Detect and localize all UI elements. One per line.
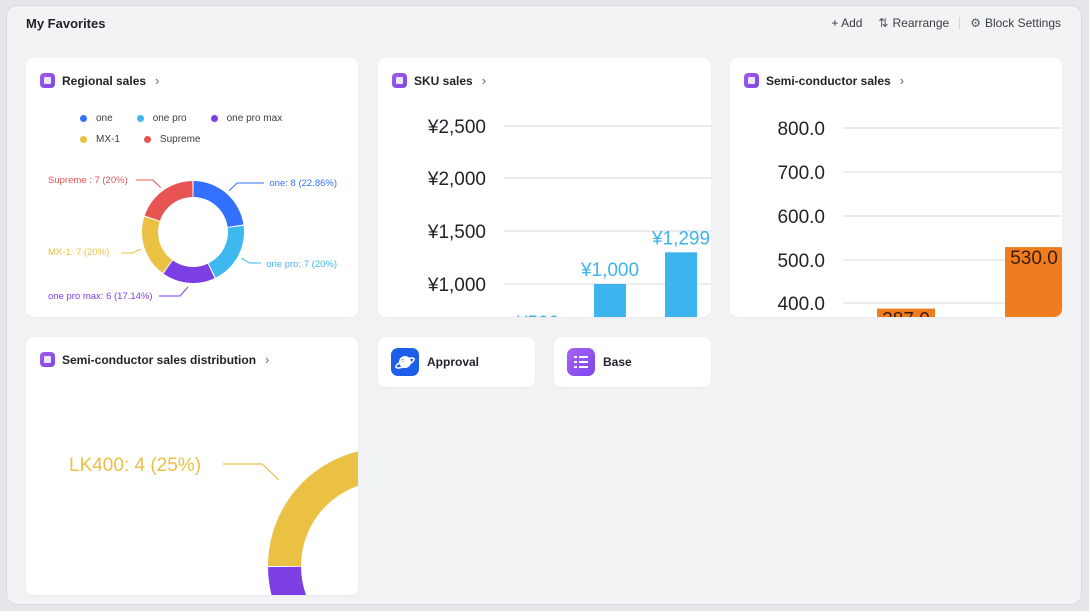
y-tick-label: ¥1,000	[427, 275, 486, 296]
planet-icon	[395, 356, 415, 369]
approval-label: Approval	[427, 355, 480, 369]
donut-slice	[163, 260, 215, 283]
add-button[interactable]: + Add	[831, 16, 862, 30]
block-settings-button-label: Block Settings	[984, 16, 1061, 30]
slice-label: MX-1: 7 (20%)	[48, 247, 109, 258]
y-tick-label: 800.0	[777, 119, 825, 140]
add-button-label: + Add	[831, 16, 863, 30]
semi-sales-card[interactable]: Semi-conductor sales › 800.0 700.0 600.0 50…	[730, 58, 1062, 317]
base-label: Base	[603, 355, 632, 369]
bar	[594, 284, 626, 317]
block-settings-button[interactable]: ⚙ Block Settings	[970, 16, 1061, 30]
rearrange-button-label: Rearrange	[892, 16, 950, 30]
bar-value-label: 530.0	[1010, 248, 1058, 269]
donut-slice	[144, 181, 193, 221]
donut-slice	[268, 451, 358, 566]
y-tick-label: ¥2,000	[427, 169, 486, 190]
approval-icon	[391, 348, 419, 376]
semi-distribution-donut: LK400: 4 (25%)	[69, 451, 358, 595]
donut-slice	[193, 181, 244, 227]
regional-donut-chart: one: 8 (22.86%) one pro: 7 (20%) one pro m…	[48, 175, 337, 302]
semi-distribution-card[interactable]: Semi-conductor sales distribution › LK40…	[26, 337, 358, 595]
y-tick-label: ¥2,500	[427, 117, 486, 138]
y-tick-label: 400.0	[777, 294, 825, 315]
bar-value-label: 387.0	[882, 310, 930, 317]
toolbar: + Add ⇅ Rearrange ⚙ Block Settings	[831, 16, 1061, 30]
y-tick-label: 600.0	[777, 207, 825, 228]
semi-bar-chart: 800.0 700.0 600.0 500.0 400.0 387.0 530.0	[777, 119, 1062, 317]
leader-line	[121, 248, 141, 254]
list-icon	[574, 356, 588, 368]
y-tick-label: 700.0	[777, 163, 825, 184]
donut-slice	[208, 225, 244, 278]
bar-value-label: ¥1,299	[651, 228, 710, 249]
bar	[665, 252, 697, 317]
slice-label: one pro max: 6 (17.14%)	[48, 291, 153, 302]
toolbar-divider	[959, 17, 961, 29]
slice-label: one: 8 (22.86%)	[269, 178, 337, 189]
sku-bar-chart: ¥2,500 ¥2,000 ¥1,500 ¥1,000 ¥500 ¥1,000 ¥1,299	[427, 117, 711, 317]
slice-label: LK400: 4 (25%)	[69, 455, 201, 476]
slice-label: Supreme : 7 (20%)	[48, 175, 128, 186]
leader-line	[241, 257, 261, 264]
base-icon	[567, 348, 595, 376]
regional-sales-card[interactable]: Regional sales › one one pro one pro max…	[26, 58, 358, 317]
slice-label: one pro: 7 (20%)	[266, 259, 337, 270]
approval-app-card[interactable]: Approval	[378, 337, 535, 387]
y-tick-label: 500.0	[777, 251, 825, 272]
leader-line	[136, 179, 162, 188]
sort-arrows-icon: ⇅	[878, 16, 889, 30]
base-app-card[interactable]: Base	[554, 337, 711, 387]
rearrange-button[interactable]: ⇅ Rearrange	[878, 16, 949, 30]
gear-icon: ⚙	[970, 16, 981, 30]
leader-line	[228, 182, 264, 191]
bar-value-label: ¥500	[516, 313, 559, 317]
leader-line	[159, 286, 189, 297]
favorites-panel: My Favorites + Add ⇅ Rearrange ⚙ Block S…	[7, 6, 1081, 604]
donut-slice	[142, 216, 173, 273]
bar-value-label: ¥1,000	[580, 260, 639, 281]
y-tick-label: ¥1,500	[427, 222, 486, 243]
leader-line	[223, 463, 280, 481]
donut-slice	[268, 566, 307, 595]
page-title: My Favorites	[26, 16, 106, 31]
sku-sales-card[interactable]: SKU sales › ¥2,500¥2,000¥1,500¥1,000¥500…	[378, 58, 711, 317]
